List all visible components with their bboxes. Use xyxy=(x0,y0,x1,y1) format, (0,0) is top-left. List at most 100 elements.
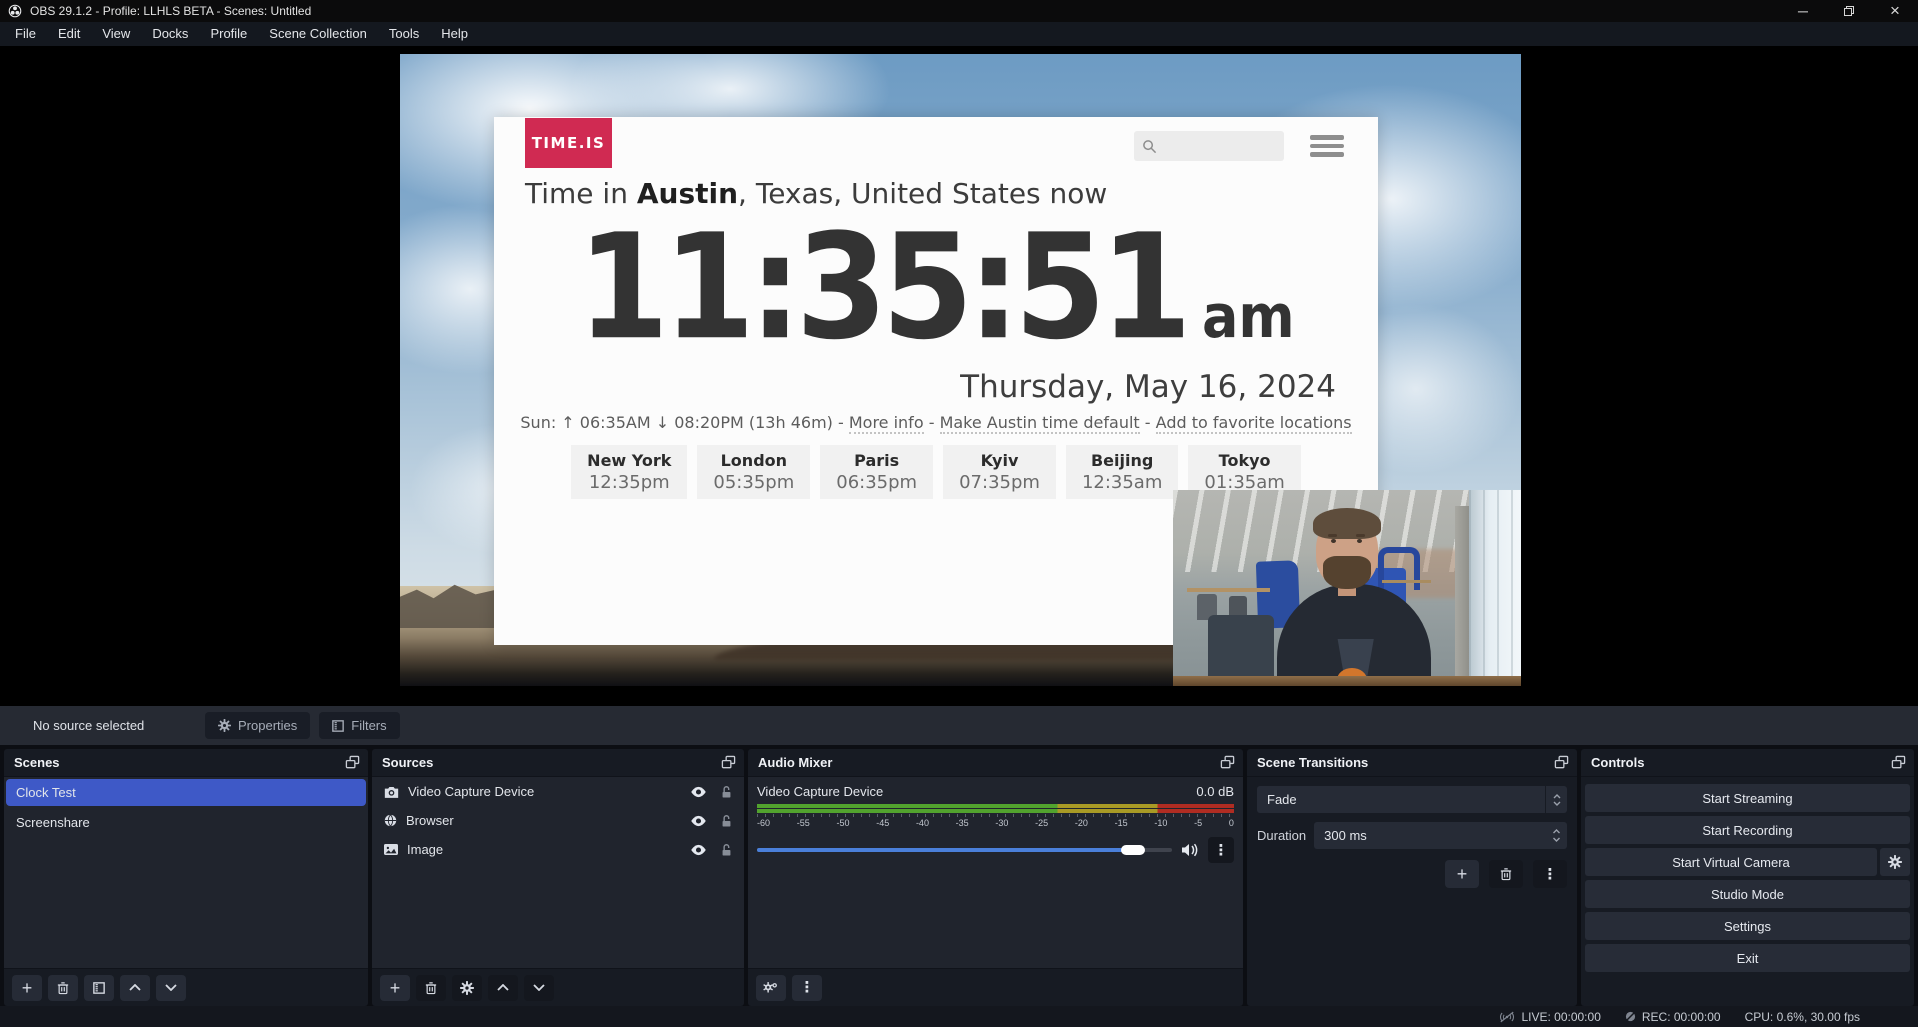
menu-scene-collection[interactable]: Scene Collection xyxy=(258,22,378,46)
source-item-video-capture[interactable]: Video Capture Device xyxy=(372,777,744,806)
start-recording-button[interactable]: Start Recording xyxy=(1585,816,1910,844)
person-hair xyxy=(1313,508,1381,539)
menu-edit[interactable]: Edit xyxy=(47,22,91,46)
mixer-toolbar: ⋮ xyxy=(748,968,1243,1006)
clock-meridiem: am xyxy=(1202,282,1295,351)
restore-button[interactable] xyxy=(1826,0,1872,22)
mixer-options-button[interactable]: ⋮ xyxy=(792,975,822,1001)
visibility-eye-icon[interactable] xyxy=(690,815,707,827)
scene-transitions-panel: Scene Transitions Fade Duration 300 ms + xyxy=(1247,749,1577,1006)
window-title: OBS 29.1.2 - Profile: LLHLS BETA - Scene… xyxy=(30,4,311,18)
transitions-header: Scene Transitions xyxy=(1247,749,1577,777)
scenes-toolbar: + xyxy=(4,968,368,1006)
add-scene-button[interactable]: + xyxy=(12,975,42,1001)
settings-button[interactable]: Settings xyxy=(1585,912,1910,940)
sources-list: Video Capture Device Browser Image xyxy=(372,777,744,968)
move-scene-down-button[interactable] xyxy=(156,975,186,1001)
popout-icon[interactable] xyxy=(1891,755,1906,770)
popout-icon[interactable] xyxy=(345,755,360,770)
image-icon xyxy=(384,844,398,855)
volume-meter xyxy=(757,804,1234,813)
blue-arch xyxy=(1378,547,1420,590)
search-box xyxy=(1134,131,1284,161)
video-preview[interactable]: TIME.IS Time in Austin, Texas, United St… xyxy=(400,54,1521,686)
meter-scale: -60-55-50-45-40-35-30-25-20-15-10-50 xyxy=(757,818,1234,828)
studio-mode-button[interactable]: Studio Mode xyxy=(1585,880,1910,908)
move-source-up-button[interactable] xyxy=(488,975,518,1001)
remove-source-button[interactable] xyxy=(416,975,446,1001)
city-box: Paris06:35pm xyxy=(820,445,933,499)
lock-icon[interactable] xyxy=(721,814,732,828)
source-selection-bar: No source selected Properties Filters xyxy=(0,706,1918,745)
sun-info-line: Sun: ↑ 06:35AM ↓ 08:20PM (13h 46m) - Mor… xyxy=(494,413,1378,432)
menu-help[interactable]: Help xyxy=(430,22,479,46)
duration-spinner[interactable]: 300 ms xyxy=(1314,822,1567,849)
minimize-button[interactable]: ─ xyxy=(1780,0,1826,22)
start-virtual-camera-button[interactable]: Start Virtual Camera xyxy=(1585,848,1877,876)
make-default-link: Make Austin time default xyxy=(940,413,1140,434)
add-favorite-link: Add to favorite locations xyxy=(1156,413,1352,434)
person-eye xyxy=(1331,539,1336,543)
add-transition-button[interactable]: + xyxy=(1445,860,1479,888)
camera-icon xyxy=(384,786,399,798)
globe-icon xyxy=(384,814,397,827)
source-item-image[interactable]: Image xyxy=(372,835,744,864)
popout-icon[interactable] xyxy=(1554,755,1569,770)
scenes-list: Clock Test Screenshare xyxy=(4,777,368,968)
scene-item-screenshare[interactable]: Screenshare xyxy=(4,808,368,837)
filters-button[interactable]: Filters xyxy=(319,712,399,739)
sources-panel: Sources Video Capture Device Browser Ima… xyxy=(372,749,744,1006)
selection-status: No source selected xyxy=(33,718,205,733)
mixer-channel-name: Video Capture Device xyxy=(757,784,883,799)
audio-mixer-panel: Audio Mixer Video Capture Device 0.0 dB … xyxy=(748,749,1243,1006)
duration-label: Duration xyxy=(1257,828,1306,843)
menu-docks[interactable]: Docks xyxy=(141,22,199,46)
close-button[interactable]: × xyxy=(1872,0,1918,22)
hamburger-menu-icon xyxy=(1310,135,1344,161)
source-properties-button[interactable] xyxy=(452,975,482,1001)
volume-slider-handle[interactable] xyxy=(1121,845,1145,855)
popout-icon[interactable] xyxy=(1220,755,1235,770)
more-info-link: More info xyxy=(849,413,924,434)
controls-panel: Controls Start Streaming Start Recording… xyxy=(1581,749,1914,1006)
scene-item-clock-test[interactable]: Clock Test xyxy=(6,779,366,806)
add-source-button[interactable]: + xyxy=(380,975,410,1001)
source-item-browser[interactable]: Browser xyxy=(372,806,744,835)
obs-logo-icon xyxy=(8,4,22,18)
advanced-audio-button[interactable] xyxy=(756,975,786,1001)
scene-filters-button[interactable] xyxy=(84,975,114,1001)
controls-header: Controls xyxy=(1581,749,1914,777)
popout-icon[interactable] xyxy=(721,755,736,770)
start-streaming-button[interactable]: Start Streaming xyxy=(1585,784,1910,812)
channel-options-button[interactable]: ⋮ xyxy=(1208,837,1234,863)
office-chair xyxy=(1208,615,1274,678)
office-table xyxy=(1382,580,1431,583)
lock-icon[interactable] xyxy=(721,785,732,799)
properties-button[interactable]: Properties xyxy=(205,712,310,739)
remove-transition-button[interactable] xyxy=(1489,860,1523,888)
visibility-eye-icon[interactable] xyxy=(690,844,707,856)
menu-view[interactable]: View xyxy=(91,22,141,46)
lock-icon[interactable] xyxy=(721,843,732,857)
volume-slider[interactable] xyxy=(757,848,1172,852)
speaker-icon[interactable] xyxy=(1181,843,1199,857)
city-box: Beijing12:35am xyxy=(1066,445,1178,499)
exit-button[interactable]: Exit xyxy=(1585,944,1910,972)
menu-file[interactable]: File xyxy=(4,22,47,46)
menu-profile[interactable]: Profile xyxy=(199,22,258,46)
transition-options-button[interactable]: ⋮ xyxy=(1533,860,1567,888)
person-beard xyxy=(1323,556,1372,589)
menu-tools[interactable]: Tools xyxy=(378,22,430,46)
timeis-logo: TIME.IS xyxy=(525,118,612,168)
virtual-camera-settings-button[interactable] xyxy=(1880,848,1910,876)
audio-mixer-header: Audio Mixer xyxy=(748,749,1243,777)
move-scene-up-button[interactable] xyxy=(120,975,150,1001)
spinner-carets-icon[interactable] xyxy=(1545,829,1567,842)
visibility-eye-icon[interactable] xyxy=(690,786,707,798)
filters-icon xyxy=(332,720,344,732)
move-source-down-button[interactable] xyxy=(524,975,554,1001)
transition-select[interactable]: Fade xyxy=(1257,786,1567,813)
remove-scene-button[interactable] xyxy=(48,975,78,1001)
mixer-channel: Video Capture Device 0.0 dB -60-55-50-45… xyxy=(748,777,1243,968)
scenes-panel-header: Scenes xyxy=(4,749,368,777)
